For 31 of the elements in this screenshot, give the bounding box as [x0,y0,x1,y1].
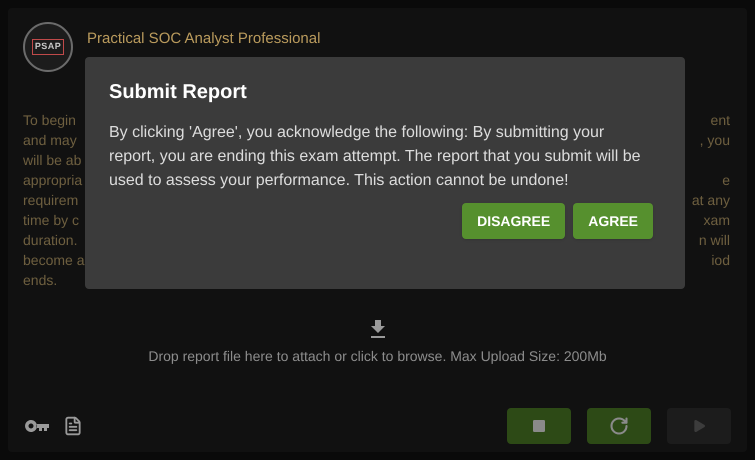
dialog-title: Submit Report [109,80,248,105]
stop-button[interactable] [507,408,571,444]
instructions-text: requirem [23,191,78,210]
instructions-text: and may [23,131,77,150]
upload-hint: Drop report file here to attach or click to browse. Max Upload Size: 200Mb [148,347,607,366]
instructions-text: time by c [23,211,80,230]
stop-icon [531,418,547,434]
instructions-text: , you [700,131,730,150]
instructions-text: at any [692,191,730,210]
instructions-text: xam [704,211,730,230]
upload-dropzone[interactable]: Drop report file here to attach or click to browse. Max Upload Size: 200Mb [23,320,732,367]
refresh-icon [609,416,629,436]
instructions-text: become a [23,251,84,270]
instructions-text: appropria [23,171,82,190]
dialog-message: By clicking 'Agree', you acknowledge the following: By submitting your report, you are ending this exam attempt. The report that you submit will be used to assess your performance. This action cannot be undone! [109,123,641,191]
document-icon[interactable] [63,415,83,437]
instructions-text: e [722,171,730,190]
exam-logo: PSAP [23,22,73,72]
instructions-text: ends. [23,271,58,290]
instructions-text: iod [711,251,730,270]
disagree-button[interactable]: DISAGREE [462,203,566,239]
instructions-text: duration. [23,231,78,250]
instructions-text: will be ab [23,151,82,170]
instructions-text: To begin [23,111,76,130]
agree-button[interactable]: AGREE [573,203,653,239]
download-icon [370,320,386,338]
key-icon[interactable] [25,420,49,432]
instructions-text: ent [710,111,730,130]
restart-button[interactable] [587,408,651,444]
instructions-text: n will [698,231,730,250]
exam-title: Practical SOC Analyst Professional [87,29,320,49]
